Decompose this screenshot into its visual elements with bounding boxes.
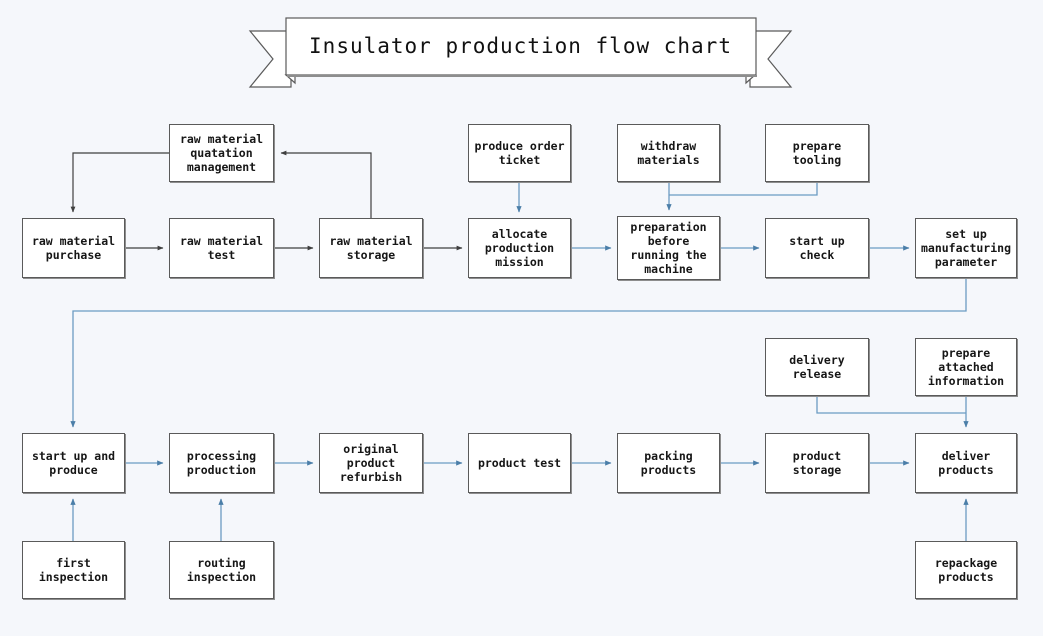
node-prepare-tooling[interactable]: prepare tooling (765, 124, 869, 182)
node-label: prepare attached information (927, 346, 1005, 388)
node-label: product test (477, 456, 562, 470)
node-label: start up check (789, 234, 845, 262)
ribbon-plate-shadow (287, 75, 757, 77)
node-start-up-and-produce[interactable]: start up and produce (22, 433, 125, 493)
node-label: raw material quatation management (179, 132, 264, 174)
node-label: original product refurbish (339, 442, 403, 484)
node-label: packing products (640, 449, 697, 477)
node-label: start up and produce (31, 449, 116, 477)
node-label: deliver products (938, 449, 994, 477)
node-label: repackage products (934, 556, 998, 584)
title-ribbon: Insulator production flow chart (247, 17, 794, 89)
node-packing-products[interactable]: packing products (617, 433, 720, 493)
node-label: withdraw materials (637, 139, 700, 167)
node-first-inspection[interactable]: first inspection (22, 541, 125, 599)
node-label: produce order ticket (474, 139, 565, 167)
node-repackage-products[interactable]: repackage products (915, 541, 1017, 599)
node-label: first inspection (38, 556, 109, 584)
node-original-product-refurbish[interactable]: original product refurbish (319, 433, 423, 493)
ribbon-left-tail (248, 30, 292, 88)
node-label: product storage (792, 449, 842, 477)
node-processing-production[interactable]: processing production (169, 433, 274, 493)
node-raw-material-quatation-management[interactable]: raw material quatation management (169, 124, 274, 182)
node-deliver-products[interactable]: deliver products (915, 433, 1017, 493)
node-label: routing inspection (186, 556, 257, 584)
connector-layer (70, 150, 969, 541)
node-label: set up manufacturing parameter (920, 227, 1011, 269)
node-raw-material-storage[interactable]: raw material storage (319, 218, 423, 278)
node-raw-material-test[interactable]: raw material test (169, 218, 274, 278)
node-product-storage[interactable]: product storage (765, 433, 869, 493)
node-prepare-attached-information[interactable]: prepare attached information (915, 338, 1017, 396)
node-label: preparation before running the machine (630, 220, 707, 276)
node-label: delivery release (789, 353, 845, 381)
node-preparation-before-running[interactable]: preparation before running the machine (617, 216, 720, 280)
ribbon-plate (285, 17, 757, 76)
edge-storage-to-quatation (280, 150, 372, 218)
node-routing-inspection[interactable]: routing inspection (169, 541, 274, 599)
node-label: processing production (186, 449, 257, 477)
node-start-up-check[interactable]: start up check (765, 218, 869, 278)
node-set-up-manufacturing-parameter[interactable]: set up manufacturing parameter (915, 218, 1017, 278)
edge-release-to-deliver (816, 396, 966, 414)
node-raw-material-purchase[interactable]: raw material purchase (22, 218, 125, 278)
node-delivery-release[interactable]: delivery release (765, 338, 869, 396)
node-label: allocate production mission (484, 227, 555, 269)
node-produce-order-ticket[interactable]: produce order ticket (468, 124, 571, 182)
flowchart-canvas: Insulator production flow chart raw mate… (0, 0, 1043, 636)
node-allocate-production-mission[interactable]: allocate production mission (468, 218, 571, 278)
node-label: raw material test (179, 234, 264, 262)
edge-quatation-to-purchase (70, 152, 169, 213)
node-label: raw material purchase (31, 234, 116, 262)
node-product-test[interactable]: product test (468, 433, 571, 493)
node-label: prepare tooling (792, 139, 842, 167)
edge-tooling-to-preparation (669, 182, 818, 196)
node-withdraw-materials[interactable]: withdraw materials (617, 124, 720, 182)
node-label: raw material storage (329, 234, 413, 262)
